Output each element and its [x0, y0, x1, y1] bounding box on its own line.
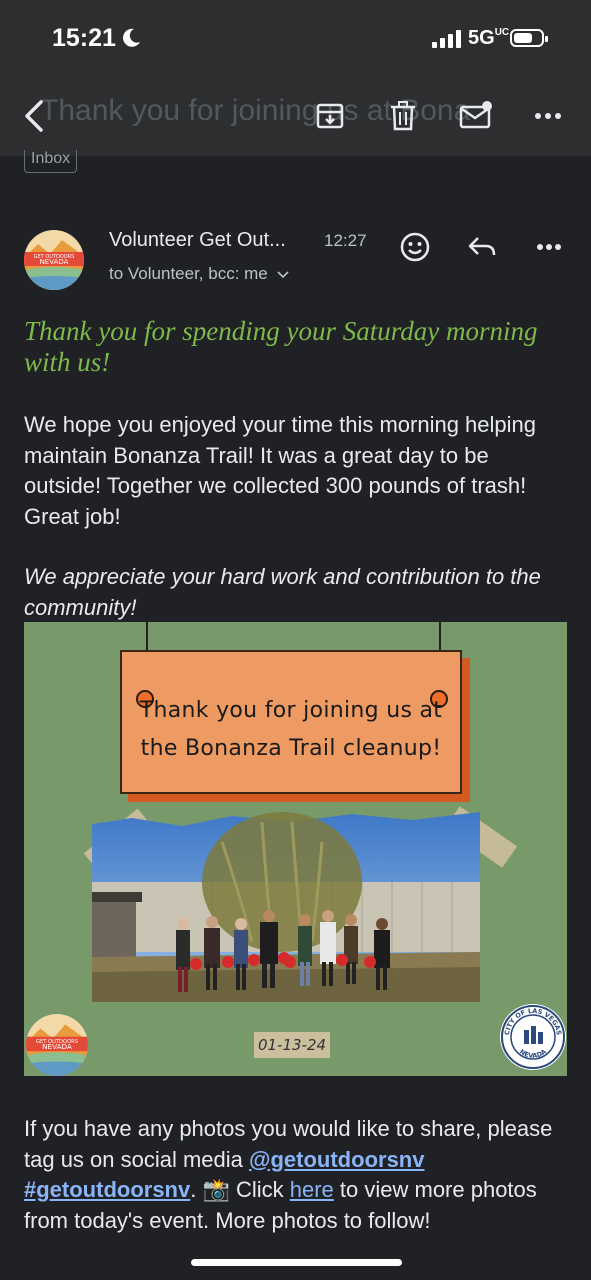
- back-button[interactable]: [16, 98, 52, 134]
- more-horizontal-icon: [537, 244, 561, 250]
- sign-line: the Bonanza Trail cleanup!: [140, 736, 442, 761]
- view-photos-link[interactable]: here: [290, 1177, 334, 1202]
- get-outdoors-nevada-logo: GET OUTDOORS NEVADA: [26, 1014, 88, 1076]
- svg-text:NEVADA: NEVADA: [40, 258, 69, 266]
- footer-text: . 📸 Click: [190, 1177, 290, 1202]
- more-horizontal-icon: [535, 113, 561, 119]
- react-button[interactable]: [398, 230, 432, 264]
- reply-icon: [468, 237, 496, 256]
- body-paragraph: We hope you enjoyed your time this morni…: [24, 412, 537, 529]
- city-of-las-vegas-seal: CITY OF LAS VEGAS NEVADA: [500, 1004, 566, 1070]
- sender-name[interactable]: Volunteer Get Out...: [109, 229, 286, 252]
- sign-line: Thank you for joining us at: [139, 698, 443, 723]
- signal-icon: [432, 30, 461, 48]
- network-type: 5GUC: [468, 27, 510, 49]
- delete-button[interactable]: [385, 98, 421, 134]
- mail-unread-icon: [459, 101, 492, 129]
- thank-you-sign: Thank you for joining us at the Bonanza …: [120, 650, 462, 794]
- get-outdoors-logo: GET OUTDOORS NEVADA: [24, 230, 84, 290]
- volunteer-group-photo: [92, 812, 480, 1002]
- greeting-heading: Thank you for spending your Saturday mor…: [24, 316, 538, 377]
- hashtag-link[interactable]: #getoutdoorsnv: [24, 1177, 190, 1202]
- sent-time: 12:27: [324, 231, 367, 250]
- sign-text: Thank you for joining us at the Bonanza …: [122, 692, 460, 768]
- event-date-tag: 01-13-24: [254, 1032, 330, 1058]
- home-indicator[interactable]: [191, 1259, 402, 1266]
- battery-icon: [510, 29, 548, 47]
- appreciation-paragraph: We appreciate your hard work and contrib…: [24, 564, 541, 620]
- smiley-icon: [400, 232, 430, 262]
- moon-icon: [123, 28, 140, 47]
- sender-avatar[interactable]: GET OUTDOORS NEVADA: [24, 230, 84, 290]
- archive-button[interactable]: [312, 98, 348, 134]
- recipients-toggle[interactable]: to Volunteer, bcc: me: [109, 264, 289, 284]
- email-toolbar: Thank you for joining us at Bonanza: [0, 80, 591, 156]
- back-arrow-icon: [25, 100, 43, 132]
- svg-text:NEVADA: NEVADA: [42, 1042, 72, 1051]
- chevron-down-icon: [276, 271, 289, 279]
- archive-icon: [316, 103, 344, 129]
- reply-button[interactable]: [465, 230, 499, 264]
- email-more-button[interactable]: [532, 230, 566, 264]
- mark-unread-button[interactable]: [458, 98, 494, 134]
- footer-paragraph: If you have any photos you would like to…: [24, 1114, 569, 1236]
- status-time: 15:21: [52, 24, 116, 52]
- trash-icon: [391, 101, 415, 131]
- inbox-label-chip[interactable]: Inbox: [24, 150, 78, 173]
- more-options-button[interactable]: [530, 98, 566, 134]
- instagram-handle-link[interactable]: @getoutdoorsnv: [249, 1147, 424, 1172]
- status-bar: 15:21 5GUC: [0, 0, 591, 80]
- recipients-text: to Volunteer, bcc: me: [109, 264, 268, 283]
- thank-you-flyer-image[interactable]: Thank you for joining us at the Bonanza …: [24, 622, 567, 1076]
